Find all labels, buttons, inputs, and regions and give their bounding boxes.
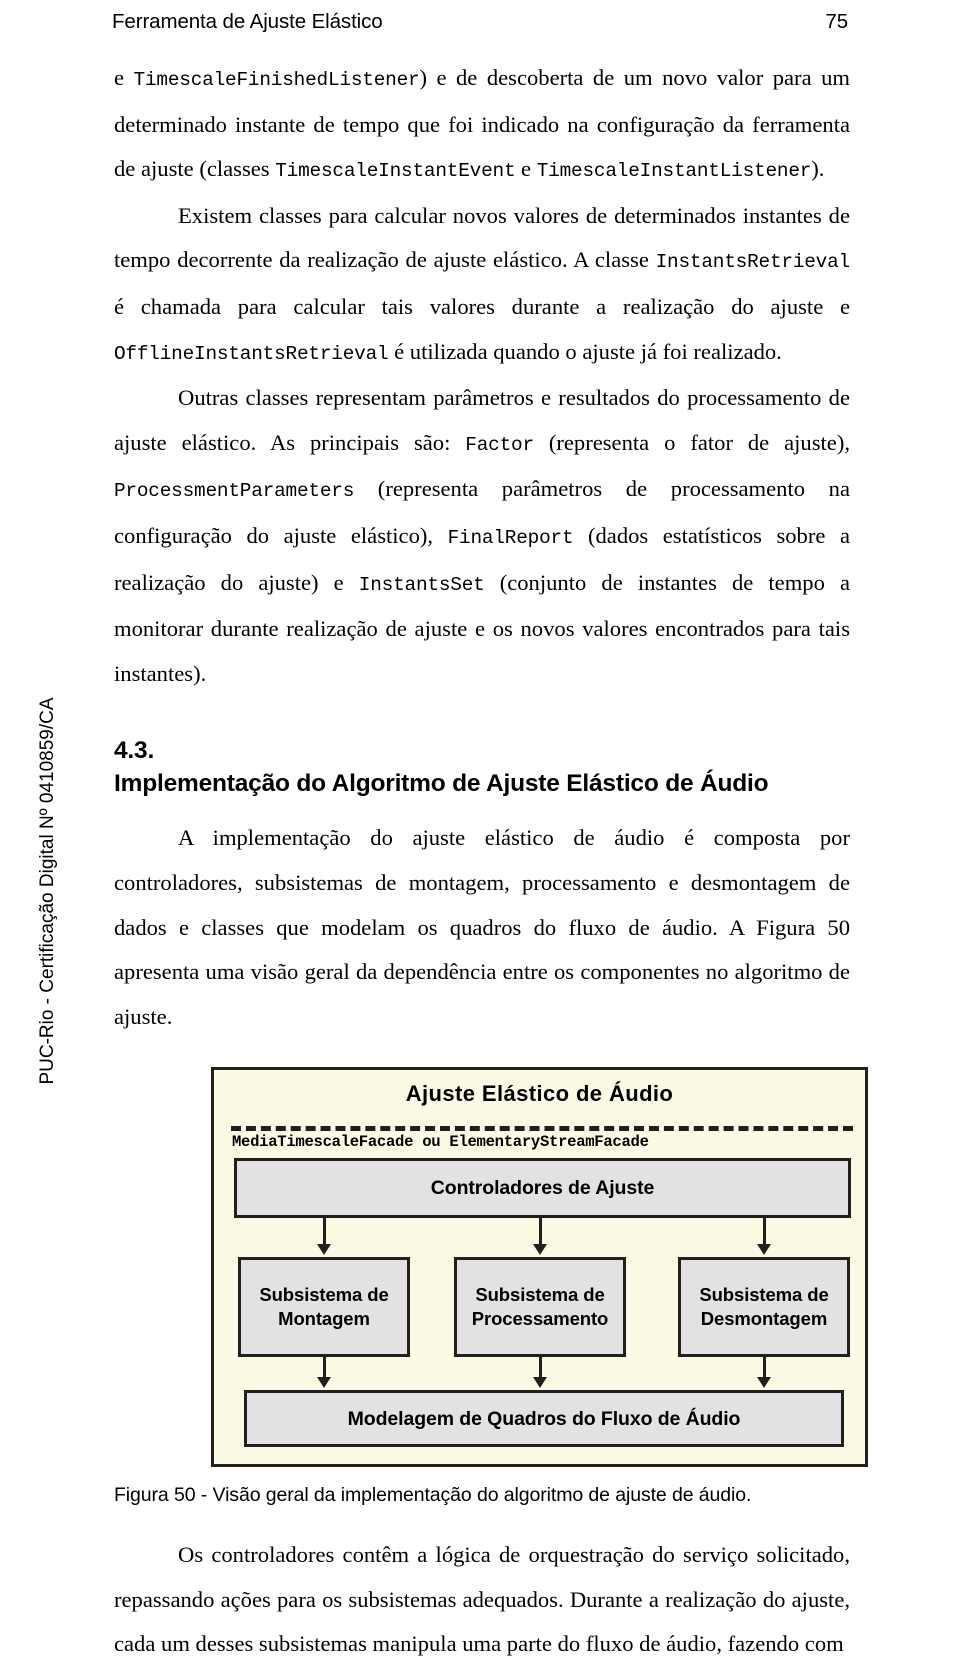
- node-subsistema-de-processamento: Subsistema de Processamento: [454, 1257, 626, 1358]
- node-subsistema-de-montagem: Subsistema de Montagem: [238, 1257, 410, 1358]
- facade-label: MediaTimescaleFacade ou ElementaryStream…: [232, 1133, 649, 1152]
- section-heading: 4.3. Implementação do Algoritmo de Ajust…: [114, 734, 850, 800]
- arrow-head-icon: [757, 1244, 771, 1256]
- connector-line: [763, 1357, 766, 1380]
- connector-line: [323, 1357, 326, 1380]
- text-segment: ).: [811, 156, 825, 182]
- section-title: Implementação do Algoritmo de Ajuste Elá…: [114, 770, 769, 798]
- dashed-separator: [231, 1126, 853, 1132]
- page-header: Ferramenta de Ajuste Elástico 75: [112, 10, 848, 34]
- code-term: InstantsSet: [358, 573, 485, 596]
- diagram-title: Ajuste Elástico de Áudio: [405, 1081, 674, 1107]
- paragraph-2: Existem classes para calcular novos valo…: [114, 194, 850, 376]
- text-segment: e: [114, 65, 134, 90]
- connector-line: [323, 1218, 326, 1247]
- paragraph-3: Outras classes representam parâmetros e …: [114, 376, 850, 696]
- document-body: e TimescaleFinishedListener) e de descob…: [114, 56, 868, 1667]
- text-segment: e: [515, 156, 537, 182]
- code-term: TimescaleInstantListener: [536, 160, 812, 183]
- text-segment: é chamada para calcular tais valores dur…: [114, 293, 850, 319]
- code-term: InstantsRetrieval: [655, 251, 851, 274]
- figure-50: Ajuste Elástico de Áudio MediaTimescaleF…: [114, 1067, 868, 1507]
- code-term: OfflineInstantsRetrieval: [114, 342, 389, 365]
- section-number: 4.3.: [114, 737, 155, 765]
- arrow-head-icon: [533, 1377, 547, 1389]
- code-term: ProcessmentParameters: [114, 480, 355, 503]
- text-segment: (representa o fator de ajuste),: [533, 429, 850, 455]
- paragraph-5: Os controladores contêm a lógica de orqu…: [114, 1542, 850, 1657]
- code-term: FinalReport: [447, 526, 574, 549]
- figure-caption: Figura 50 - Visão geral da implementação…: [114, 1484, 752, 1507]
- arrow-head-icon: [533, 1244, 547, 1256]
- certification-watermark: PUC-Rio - Certificação Digital Nº 041085…: [37, 697, 58, 1085]
- running-title: Ferramenta de Ajuste Elástico: [112, 10, 383, 33]
- connector-line: [539, 1357, 542, 1380]
- paragraph-4: A implementação do ajuste elástico de áu…: [114, 825, 850, 1029]
- node-modelagem-de-quadros: Modelagem de Quadros do Fluxo de Áudio: [244, 1390, 844, 1448]
- node-subsistema-de-desmontagem: Subsistema de Desmontagem: [678, 1257, 850, 1358]
- arrow-head-icon: [757, 1377, 771, 1389]
- paragraph-1: e TimescaleFinishedListener) e de descob…: [114, 56, 850, 194]
- page-number: 75: [825, 10, 848, 33]
- arrow-head-icon: [317, 1377, 331, 1389]
- connector-line: [763, 1218, 766, 1247]
- connector-line: [539, 1218, 542, 1247]
- code-term: Factor: [465, 433, 534, 456]
- text-segment: é utilizada quando o ajuste já foi reali…: [388, 338, 782, 364]
- node-controladores-de-ajuste: Controladores de Ajuste: [234, 1158, 851, 1219]
- arrow-head-icon: [317, 1244, 331, 1256]
- code-term: TimescaleFinishedListener: [133, 69, 420, 91]
- code-term: TimescaleInstantEvent: [275, 160, 516, 183]
- diagram-panel: Ajuste Elástico de Áudio MediaTimescaleF…: [211, 1067, 868, 1468]
